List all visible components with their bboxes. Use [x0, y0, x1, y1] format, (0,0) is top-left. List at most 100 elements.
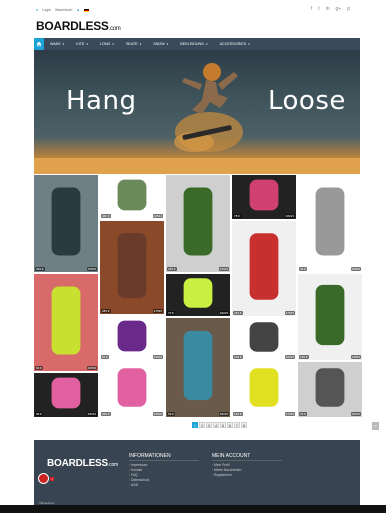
chevron-down-icon: ▾ — [139, 42, 142, 46]
nav-item-bekleidung[interactable]: BEKLEIDUNG ▾ — [174, 42, 213, 46]
product-image — [117, 368, 147, 407]
footer-logo-suffix: .com — [107, 462, 119, 468]
logo-text: BOARDLESS — [36, 19, 109, 33]
product-tile-skater-photo[interactable]: 25 € 48225 — [298, 362, 362, 417]
trust-badge-icon[interactable]: ✓ — [50, 477, 55, 481]
product-tile-kiteboard[interactable]: 189 € 44865 — [298, 274, 362, 360]
stock-count: 48225 — [218, 311, 229, 315]
price-label: 78 € — [233, 214, 241, 218]
nav-label: BEKLEIDUNG — [180, 42, 205, 46]
footer-link-agb[interactable]: AGB — [129, 483, 149, 488]
product-image — [315, 187, 345, 256]
product-tile-skate-rail[interactable]: 78 € 48223 — [232, 175, 296, 219]
stock-count: 48223 — [284, 214, 295, 218]
nav-item-snow[interactable]: SNOW ▾ — [147, 42, 174, 46]
page-button-3[interactable]: 3 — [206, 422, 212, 428]
product-tile-wood-board[interactable]: 289 € 37535 — [100, 221, 164, 314]
stock-count: 37535 — [152, 309, 163, 313]
product-image — [117, 179, 147, 211]
product-tile-wakeboard[interactable]: 399 € 46509 — [34, 175, 98, 272]
footer-account-links: Mein Profil Meine Nachrichten Registrier… — [212, 463, 242, 478]
site-logo[interactable]: BOARDLESS.com — [36, 19, 121, 33]
facebook-icon[interactable]: f — [311, 6, 312, 12]
page-button-5[interactable]: 5 — [220, 422, 226, 428]
pagination: 12345678 — [192, 422, 247, 428]
price-label: 249 € — [233, 311, 243, 315]
chevron-down-icon: ▾ — [166, 42, 169, 46]
nav-label: WAKE — [50, 42, 61, 46]
price-label: 399 € — [35, 267, 45, 271]
top-left-links: ● Login Warenkorb ▲ — [36, 8, 89, 12]
stock-count: 48225 — [284, 355, 295, 359]
price-label: 289 € — [101, 309, 111, 313]
nav-item-skate[interactable]: SKATE ▾ — [120, 42, 147, 46]
footer: BOARDLESS.com ✓ INFORMATIONEN Impressum … — [34, 440, 360, 513]
googleplus-icon[interactable]: g+ — [336, 6, 342, 12]
price-label: 286 € — [167, 267, 177, 271]
product-image — [315, 368, 345, 407]
user-icon: ● — [36, 8, 39, 12]
top-bar: ● Login Warenkorb ▲ f t in g+ p — [22, 6, 364, 16]
product-tile-snowboard[interactable]: 40 € 46509 — [298, 175, 362, 272]
page-button-6[interactable]: 6 — [227, 422, 233, 428]
price-label: 58 € — [35, 412, 43, 416]
nav-item-long[interactable]: LONG ▾ — [94, 42, 120, 46]
price-label: 189 € — [299, 355, 309, 359]
page: ● Login Warenkorb ▲ f t in g+ p BOARDLES… — [22, 0, 379, 513]
product-image — [249, 179, 279, 211]
nav-item-accessories[interactable]: ACCESSORIES ▾ — [214, 42, 256, 46]
price-label: 460 € — [101, 214, 111, 218]
linkedin-icon[interactable]: in — [326, 6, 330, 12]
footer-account-title: MEIN ACCOUNT — [212, 453, 251, 459]
page-button-7[interactable]: 7 — [234, 422, 240, 428]
product-tile-wetsuit-jacket[interactable]: 249 € 37535 — [232, 221, 296, 316]
hero-word-left: Hang — [66, 86, 137, 116]
cart-icon[interactable]: ▲ — [76, 8, 80, 12]
nav-item-kite[interactable]: KITE ▾ — [70, 42, 94, 46]
home-icon[interactable] — [34, 38, 44, 50]
nav-label: KITE — [76, 42, 85, 46]
twitter-icon[interactable]: t — [318, 6, 319, 12]
trust-seal-icon[interactable] — [38, 473, 49, 484]
product-image — [249, 233, 279, 300]
nav-item-wake[interactable]: WAKE ▾ — [44, 42, 70, 46]
german-flag-icon[interactable] — [83, 8, 89, 12]
hero-banner[interactable]: Hang Loose — [34, 50, 360, 174]
page-button-2[interactable]: 2 — [199, 422, 205, 428]
login-link[interactable]: Login — [42, 8, 51, 12]
product-tile-kids-shoes[interactable]: 399 € 46509 — [100, 362, 164, 417]
pagination-next-button[interactable]: » — [372, 422, 379, 430]
product-image — [51, 377, 81, 409]
price-label: 60 € — [35, 366, 43, 370]
stock-count: 48223 — [86, 412, 97, 416]
cart-link[interactable]: Warenkorb — [55, 8, 72, 12]
product-tile-longboard[interactable]: 286 € 46509 — [166, 175, 230, 272]
page-button-1[interactable]: 1 — [192, 422, 198, 428]
product-tile-kite-boots-pink[interactable]: 55 € 46509 — [100, 316, 164, 360]
chevron-down-icon: ▾ — [62, 42, 65, 46]
nav-label: SNOW — [153, 42, 165, 46]
price-label: 399 € — [101, 412, 111, 416]
pinterest-icon[interactable]: p — [347, 6, 350, 12]
page-button-8[interactable]: 8 — [241, 422, 247, 428]
footer-logo[interactable]: BOARDLESS.com — [47, 458, 118, 469]
footer-divider — [212, 460, 282, 461]
product-tile-goggles[interactable]: 125 € 48225 — [232, 318, 296, 360]
product-tile-kite-boots[interactable]: 460 € 46531 — [100, 175, 164, 219]
price-label: 79 € — [167, 311, 175, 315]
chevron-down-icon: ▾ — [86, 42, 88, 46]
footer-info-links: Impressum Kontakt FAQ Datenschutz AGB — [129, 463, 150, 488]
product-image — [249, 368, 279, 407]
price-label: 125 € — [233, 355, 243, 359]
page-button-4[interactable]: 4 — [213, 422, 219, 428]
product-tile-longboard-bamboo[interactable]: 59 € 48225 — [166, 318, 230, 417]
footer-link-registrieren[interactable]: Registrieren — [212, 473, 242, 478]
product-image — [51, 187, 81, 256]
product-tile-helmet[interactable]: 58 € 48223 — [34, 373, 98, 417]
main-nav: WAKE ▾ KITE ▾ LONG ▾ SKATE ▾ SNOW ▾ BEKLEIDUN… — [34, 38, 360, 50]
stock-count: 46531 — [152, 214, 163, 218]
product-image — [117, 320, 147, 352]
product-tile-bindings[interactable]: 60 € 46509 — [34, 274, 98, 371]
product-tile-harness[interactable]: 159 € 37535 — [232, 362, 296, 417]
product-tile-sneakers[interactable]: 79 € 48225 — [166, 274, 230, 316]
